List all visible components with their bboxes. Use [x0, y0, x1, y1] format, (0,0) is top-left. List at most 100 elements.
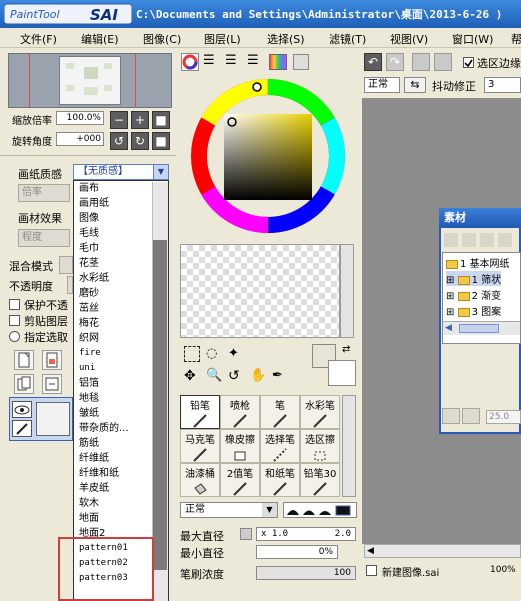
- hsv-slider-tab-icon[interactable]: ☰: [225, 54, 237, 68]
- tool-watercolor[interactable]: 水彩笔: [300, 395, 340, 429]
- swatch-grid[interactable]: [180, 244, 340, 338]
- brush-shape-selector[interactable]: [283, 502, 357, 518]
- menu-edit[interactable]: 编辑(E): [81, 31, 119, 47]
- scroll-left-icon[interactable]: ◀: [367, 546, 374, 556]
- tool-binary-pen[interactable]: 2值笔: [220, 463, 260, 497]
- tool-marker[interactable]: 马克笔: [180, 429, 220, 463]
- material-scale-field[interactable]: 25.0: [486, 410, 521, 424]
- file-tab-name[interactable]: 新建图像.sai: [382, 564, 439, 579]
- protect-opacity-checkbox[interactable]: [9, 299, 20, 310]
- rotate-field[interactable]: +000: [56, 132, 104, 146]
- eye-icon[interactable]: [12, 401, 32, 418]
- canvas-blend-select[interactable]: 正常: [364, 77, 400, 93]
- dropdown-option[interactable]: fire: [79, 346, 101, 361]
- tool-grid-scrollbar[interactable]: [342, 395, 356, 497]
- lasso-icon[interactable]: ◌: [206, 346, 217, 361]
- secondary-color-swatch[interactable]: [328, 360, 356, 386]
- tool-brush[interactable]: 笔: [260, 395, 300, 429]
- dropdown-option[interactable]: 梅花: [79, 316, 99, 331]
- max-size-checkbox[interactable]: [240, 528, 252, 540]
- move-icon[interactable]: ✥: [184, 368, 196, 384]
- dropdown-option[interactable]: 纤维纸: [79, 451, 109, 466]
- brush-lock-icon[interactable]: [12, 420, 32, 437]
- degree-field[interactable]: 程度: [18, 229, 70, 247]
- tree-item[interactable]: ⊞ 1 筛状: [446, 271, 502, 286]
- dropdown-option[interactable]: 皱纸: [79, 406, 99, 421]
- menu-select[interactable]: 选择(S): [267, 31, 305, 47]
- tool-pencil[interactable]: 铅笔: [180, 395, 220, 429]
- dropdown-option[interactable]: 软木: [79, 496, 99, 511]
- chevron-down-icon[interactable]: ▼: [153, 165, 168, 179]
- dropdown-option[interactable]: 茁丝: [79, 301, 99, 316]
- tree-scroll-thumb[interactable]: [459, 324, 499, 333]
- invert-selection-icon[interactable]: [434, 53, 452, 71]
- material-tool-icon[interactable]: [498, 233, 512, 247]
- swap-icon[interactable]: ⇆: [404, 77, 426, 93]
- navigator-preview[interactable]: [8, 53, 172, 108]
- menu-filter[interactable]: 滤镜(T): [329, 31, 366, 47]
- tool-bucket[interactable]: 油漆桶: [180, 463, 220, 497]
- dropdown-option[interactable]: 带杂质的...: [79, 421, 129, 436]
- zoom-icon[interactable]: 🔍: [206, 368, 222, 383]
- dropdown-option[interactable]: 画布: [79, 181, 99, 196]
- selection-source-radio[interactable]: [9, 331, 20, 342]
- selection-edge-checkbox[interactable]: [463, 57, 474, 68]
- stabilizer-select[interactable]: 3: [484, 77, 521, 93]
- zoom-in-button[interactable]: +: [131, 111, 149, 129]
- zoom-out-button[interactable]: −: [110, 111, 128, 129]
- dropdown-option[interactable]: 图像: [79, 211, 99, 226]
- dropdown-option[interactable]: uni: [79, 361, 95, 376]
- scroll-left-icon[interactable]: ◀: [445, 323, 452, 333]
- blend-mode-select[interactable]: [59, 256, 73, 274]
- material-option-button[interactable]: [462, 408, 480, 424]
- menu-file[interactable]: 文件(F): [20, 31, 57, 47]
- layer-row-selected[interactable]: [9, 397, 73, 441]
- rotate-reset-button[interactable]: ■: [152, 132, 170, 150]
- dropdown-scrollbar-thumb[interactable]: [153, 240, 167, 570]
- zoom-field[interactable]: 100.0%: [56, 111, 104, 125]
- dropdown-option[interactable]: 毛线: [79, 226, 99, 241]
- menu-layer[interactable]: 图层(L): [204, 31, 241, 47]
- new-layer-folder-button[interactable]: [42, 350, 62, 370]
- file-tab-checkbox[interactable]: [366, 565, 377, 576]
- swatch-tab-icon[interactable]: [269, 54, 287, 70]
- dropdown-option[interactable]: 织网: [79, 331, 99, 346]
- min-size-slider[interactable]: 0%: [256, 545, 338, 559]
- max-size-slider[interactable]: x 1.0 2.0: [256, 527, 356, 541]
- tree-root[interactable]: 1 基本网纸: [446, 255, 510, 270]
- dropdown-option[interactable]: 磨砂: [79, 286, 99, 301]
- dropdown-option[interactable]: 筋纸: [79, 436, 99, 451]
- undo-icon[interactable]: ↶: [364, 53, 382, 71]
- scratchpad-tab-icon[interactable]: [293, 54, 309, 70]
- tree-horizontal-scrollbar[interactable]: ◀: [443, 321, 520, 335]
- rotate-icon[interactable]: ↺: [228, 368, 240, 384]
- tool-select-eraser[interactable]: 选区擦: [300, 429, 340, 463]
- material-tool-icon[interactable]: [480, 233, 494, 247]
- tool-airbrush[interactable]: 喷枪: [220, 395, 260, 429]
- intermediate-color-tab-icon[interactable]: ☰: [247, 54, 259, 68]
- zoom-reset-button[interactable]: ■: [152, 111, 170, 129]
- hand-icon[interactable]: ✋: [250, 368, 266, 383]
- magic-wand-icon[interactable]: ✦: [228, 346, 239, 361]
- color-wheel[interactable]: [179, 72, 357, 240]
- tree-item[interactable]: ⊞ 3 图案: [446, 303, 501, 318]
- density-slider[interactable]: 100: [256, 566, 356, 580]
- tool-pencil30[interactable]: 铅笔30: [300, 463, 340, 497]
- menu-view[interactable]: 视图(V): [390, 31, 428, 47]
- deselect-icon[interactable]: [412, 53, 430, 71]
- tree-item[interactable]: ⊞ 2 渐变: [446, 287, 501, 302]
- material-option-button[interactable]: [442, 408, 460, 424]
- dropdown-option[interactable]: 水彩纸: [79, 271, 109, 286]
- menu-help[interactable]: 帮: [511, 31, 521, 47]
- canvas-horizontal-scrollbar[interactable]: ◀: [364, 544, 521, 558]
- chevron-down-icon[interactable]: ▼: [262, 503, 277, 517]
- dropdown-option[interactable]: 画用纸: [79, 196, 109, 211]
- menu-image[interactable]: 图像(C): [143, 31, 181, 47]
- material-tool-icon[interactable]: [444, 233, 458, 247]
- material-window-title[interactable]: 素材: [439, 208, 521, 228]
- rotate-right-button[interactable]: ↻: [131, 132, 149, 150]
- copy-layer-button[interactable]: [14, 374, 34, 394]
- color-wheel-tab-icon[interactable]: [181, 53, 199, 71]
- swap-colors-icon[interactable]: ⇄: [342, 344, 350, 355]
- scale-field[interactable]: 倍率: [18, 184, 70, 202]
